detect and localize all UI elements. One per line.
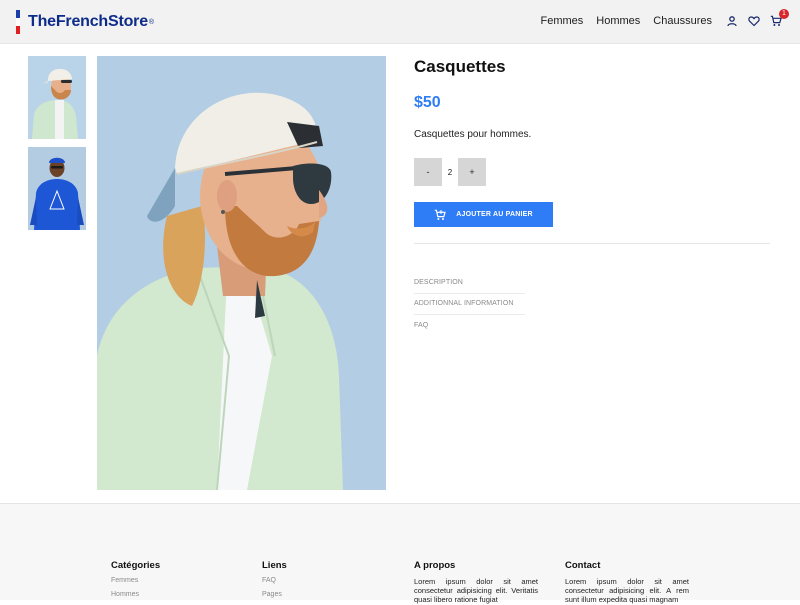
flag-icon [16, 10, 20, 34]
add-to-cart-button[interactable]: AJOUTER AU PANIER [414, 202, 553, 227]
footer-about-title: A propos [414, 560, 456, 571]
footer-about: A propos Lorem ipsum dolor sit amet cons… [414, 560, 538, 604]
logo[interactable]: TheFrenchStore ® [16, 10, 154, 34]
site-header: TheFrenchStore ® Femmes Hommes Chaussures… [0, 0, 800, 44]
nav-femmes[interactable]: Femmes [541, 15, 584, 27]
nav-hommes[interactable]: Hommes [596, 15, 640, 27]
cart-count-badge: 1 [779, 9, 789, 19]
quantity-stepper: - + [414, 158, 486, 186]
footer-categories-title: Catégories [111, 560, 161, 571]
footer-categories: Catégories Femmes Hommes [111, 560, 235, 605]
quantity-increase-button[interactable]: + [458, 158, 486, 186]
tab-description[interactable]: DESCRIPTION [414, 272, 525, 294]
footer-contact-title: Contact [565, 560, 601, 571]
quantity-decrease-button[interactable]: - [414, 158, 442, 186]
logo-registered-mark: ® [148, 18, 155, 26]
site-footer: Catégories Femmes Hommes Liens FAQ Pages… [0, 503, 800, 604]
tab-additional-information[interactable]: ADDITIONNAL INFORMATION [414, 294, 525, 315]
add-cart-icon [434, 209, 447, 221]
product-price: $50 [414, 94, 441, 111]
footer-link-faq[interactable]: FAQ [262, 577, 386, 584]
main-nav: Femmes Hommes Chaussures [541, 15, 713, 27]
product-title: Casquettes [414, 57, 506, 76]
thumbnail-blue-hoodie[interactable] [28, 147, 86, 230]
quantity-input[interactable] [442, 158, 458, 186]
user-icon[interactable] [726, 14, 738, 27]
nav-chaussures[interactable]: Chaussures [653, 15, 712, 27]
footer-link-pages[interactable]: Pages [262, 591, 386, 598]
add-to-cart-label: AJOUTER AU PANIER [456, 211, 533, 218]
footer-contact: Contact Lorem ipsum dolor sit amet conse… [565, 560, 689, 604]
tab-faq[interactable]: FAQ [414, 315, 525, 337]
product-info-tabs: DESCRIPTION ADDITIONNAL INFORMATION FAQ [414, 272, 525, 337]
details-divider [414, 243, 770, 244]
footer-link-femmes[interactable]: Femmes [111, 577, 235, 584]
logo-text: TheFrenchStore [28, 13, 148, 30]
footer-link-hommes[interactable]: Hommes [111, 591, 235, 598]
heart-icon[interactable] [748, 14, 760, 27]
thumbnail-cap-man[interactable] [28, 56, 86, 139]
product-main-image [97, 56, 386, 490]
footer-links-title: Liens [262, 560, 287, 571]
header-icons [726, 14, 782, 27]
product-description: Casquettes pour hommes. [414, 129, 532, 140]
footer-links: Liens FAQ Pages [262, 560, 386, 605]
